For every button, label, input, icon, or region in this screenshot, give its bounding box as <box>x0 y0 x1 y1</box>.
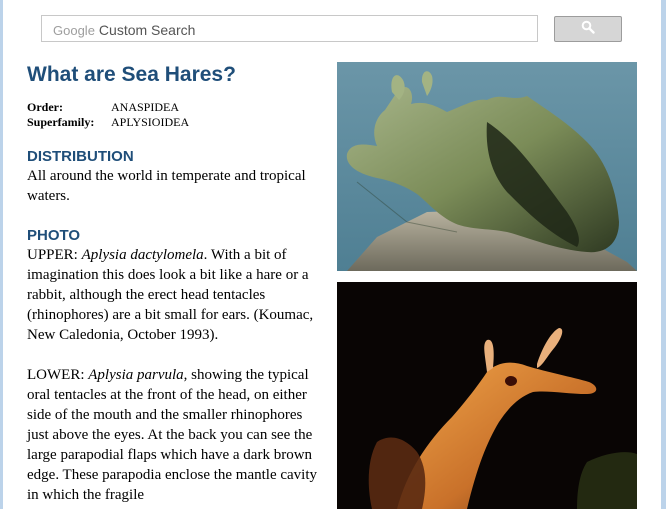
page-frame-right <box>661 0 666 509</box>
caption-prefix: UPPER: <box>27 247 82 263</box>
google-brand-label: Google <box>53 23 95 38</box>
sea-hare-photo-upper <box>337 62 637 271</box>
taxonomy-value: APLYSIOIDEA <box>111 115 190 129</box>
page-title: What are Sea Hares? <box>27 63 236 86</box>
search-input[interactable]: Google Custom Search <box>41 15 538 42</box>
taxonomy-row-order: Order: ANASPIDEA <box>27 100 327 115</box>
photo-lower-caption: LOWER: Aplysia parvula, showing the typi… <box>27 365 327 505</box>
distribution-heading: DISTRIBUTION <box>27 148 134 165</box>
taxonomy-row-superfamily: Superfamily: APLYSIOIDEA <box>27 115 327 130</box>
search-button[interactable] <box>554 16 622 42</box>
photo-heading: PHOTO <box>27 227 81 244</box>
caption-prefix: LOWER: <box>27 367 89 383</box>
distribution-text: All around the world in temperate and tr… <box>27 168 306 204</box>
taxonomy-label: Superfamily: <box>27 115 95 129</box>
page-frame-left <box>0 0 3 509</box>
caption-text: , showing the typical oral tentacles at … <box>27 367 318 503</box>
article-content: What are Sea Hares? Order: ANASPIDEA Sup… <box>27 60 327 505</box>
photo-upper-caption: UPPER: Aplysia dactylomela. With a bit o… <box>27 245 327 345</box>
species-name: Aplysia dactylomela <box>81 247 204 263</box>
taxonomy-table: Order: ANASPIDEA Superfamily: APLYSIOIDE… <box>27 100 327 130</box>
taxonomy-label: Order: <box>27 100 63 114</box>
search-icon <box>581 20 595 39</box>
taxonomy-value: ANASPIDEA <box>111 100 180 114</box>
sea-hare-photo-lower <box>337 282 637 509</box>
species-name: Aplysia parvula <box>88 367 184 383</box>
search-placeholder: Custom Search <box>98 22 196 38</box>
